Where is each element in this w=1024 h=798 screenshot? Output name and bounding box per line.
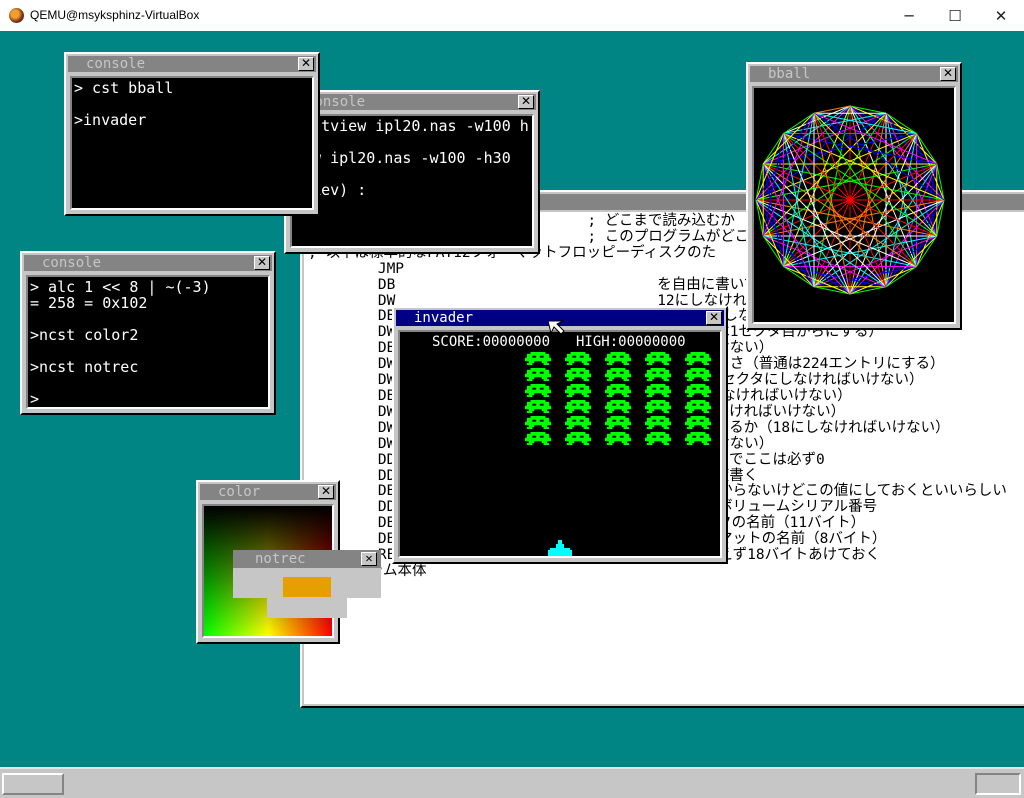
console2-line: .ew ipl20.nas -w100 -h30 [294, 149, 511, 167]
console-1-title: console [86, 56, 146, 72]
alien-icon [524, 368, 552, 381]
console3-line: > alc 1 << 8 | ~(-3) [30, 278, 211, 296]
alien-icon [524, 432, 552, 445]
close-icon[interactable]: ✕ [361, 552, 377, 566]
console3-line: > [30, 390, 40, 408]
console-3-title: console [42, 255, 102, 271]
console-1-screen[interactable]: > cst bball >invader [70, 76, 314, 210]
console3-line [30, 311, 266, 327]
tview-line: entry: [308, 579, 1024, 596]
bball-canvas [752, 86, 956, 324]
console-1-titlebar[interactable]: console ✕ [68, 56, 316, 72]
alien-icon [644, 352, 672, 365]
player-cannon-icon [548, 540, 572, 556]
alien-icon [684, 352, 712, 365]
alien-icon [684, 416, 712, 429]
alien-icon [644, 432, 672, 445]
alien-icon [524, 352, 552, 365]
close-button[interactable]: ✕ [978, 0, 1024, 31]
alien-icon [564, 416, 592, 429]
bball-titlebar[interactable]: bball ✕ [750, 66, 958, 82]
console-2-screen[interactable]: st tview ipl20.nas -w100 h .ew ipl20.nas … [290, 114, 534, 248]
alien-icon [644, 400, 672, 413]
console-3-screen[interactable]: > alc 1 << 8 | ~(-3) = 258 = 0x102 >ncst c… [26, 275, 270, 409]
console-3-text: > alc 1 << 8 | ~(-3) = 258 = 0x102 >ncst c… [28, 277, 268, 408]
notrec-title: notrec [255, 551, 306, 567]
close-icon[interactable]: ✕ [940, 67, 956, 81]
console-2-titlebar[interactable]: console ✕ [288, 94, 536, 110]
close-icon[interactable]: ✕ [318, 485, 334, 499]
bball-window[interactable]: bball ✕ [746, 62, 962, 330]
alien-icon [644, 368, 672, 381]
console3-line: >ncst notrec [30, 358, 139, 376]
score-label: SCORE:00000000 [432, 334, 551, 350]
color-titlebar[interactable]: color ✕ [200, 484, 336, 500]
console3-line: = 258 = 0x102 [30, 294, 148, 312]
alien-icon [684, 368, 712, 381]
taskbar [0, 767, 1024, 798]
high-score-label: HIGH:00000000 [576, 334, 686, 350]
bball-line-art [755, 105, 945, 295]
close-icon[interactable]: ✕ [706, 311, 722, 325]
console1-line: > cst bball [74, 79, 174, 97]
console-3-titlebar[interactable]: console ✕ [24, 255, 272, 271]
host-window-title: QEMU@msyksphinz-VirtualBox [30, 8, 200, 22]
host-title-bar: QEMU@msyksphinz-VirtualBox ─ ☐ ✕ [0, 0, 1024, 31]
alien-icon [644, 416, 672, 429]
console-1-text: > cst bball >invader [72, 78, 312, 130]
console2-line [294, 166, 530, 182]
close-icon[interactable]: ✕ [298, 57, 314, 71]
bball-title: bball [768, 66, 811, 82]
alien-icon [604, 384, 632, 397]
alien-icon [564, 384, 592, 397]
maximize-button[interactable]: ☐ [932, 0, 978, 31]
color-title: color [218, 484, 261, 500]
invader-window[interactable]: invader ✕ SCORE:00000000 HIGH:00000000 [392, 306, 728, 564]
console2-line: k(kev) : [294, 181, 367, 199]
notrec-notch [267, 598, 347, 618]
alien-icon [564, 432, 592, 445]
close-icon[interactable]: ✕ [518, 95, 534, 109]
notrec-titlebar[interactable]: notrec ✕ [233, 550, 381, 568]
qemu-app-icon [9, 8, 24, 23]
alien-icon [524, 384, 552, 397]
console-2-text: st tview ipl20.nas -w100 h .ew ipl20.nas … [292, 116, 532, 200]
console-window-3[interactable]: console ✕ > alc 1 << 8 | ~(-3) = 258 = 0x1… [20, 251, 276, 415]
minimize-button[interactable]: ─ [886, 0, 932, 31]
alien-icon [524, 416, 552, 429]
close-icon[interactable]: ✕ [254, 256, 270, 270]
taskbar-start-button[interactable] [2, 773, 64, 795]
alien-icon [564, 352, 592, 365]
guest-desktop: tview CYLS EQU 20 ; どこまで読み込むか org 0x7c00… [0, 31, 1024, 767]
alien-icon [564, 368, 592, 381]
console2-line [294, 134, 530, 150]
alien-icon [604, 432, 632, 445]
alien-icon [564, 400, 592, 413]
alien-icon [604, 352, 632, 365]
console2-line: st tview ipl20.nas -w100 h [294, 117, 529, 135]
alien-icon [684, 384, 712, 397]
console3-line: >ncst color2 [30, 326, 139, 344]
alien-icon [604, 368, 632, 381]
mouse-cursor-icon [547, 320, 565, 335]
console1-line [74, 96, 310, 112]
console-window-2[interactable]: console ✕ st tview ipl20.nas -w100 h .ew i… [284, 90, 540, 254]
alien-icon [684, 400, 712, 413]
console3-line [30, 343, 266, 359]
alien-icon [604, 416, 632, 429]
notrec-orange-block [283, 577, 331, 597]
console-window-1[interactable]: console ✕ > cst bball >invader [64, 52, 320, 216]
alien-icon [604, 400, 632, 413]
notrec-window[interactable]: notrec ✕ [233, 550, 381, 618]
alien-icon [524, 400, 552, 413]
invader-screen[interactable]: SCORE:00000000 HIGH:00000000 [398, 330, 722, 558]
tview-line: ; プログラム本体 [308, 563, 1024, 580]
taskbar-tray [975, 773, 1021, 795]
console1-line: >invader [74, 111, 147, 129]
alien-icon [644, 384, 672, 397]
invader-title: invader [414, 310, 474, 326]
alien-icon [684, 432, 712, 445]
console3-line [30, 375, 266, 391]
